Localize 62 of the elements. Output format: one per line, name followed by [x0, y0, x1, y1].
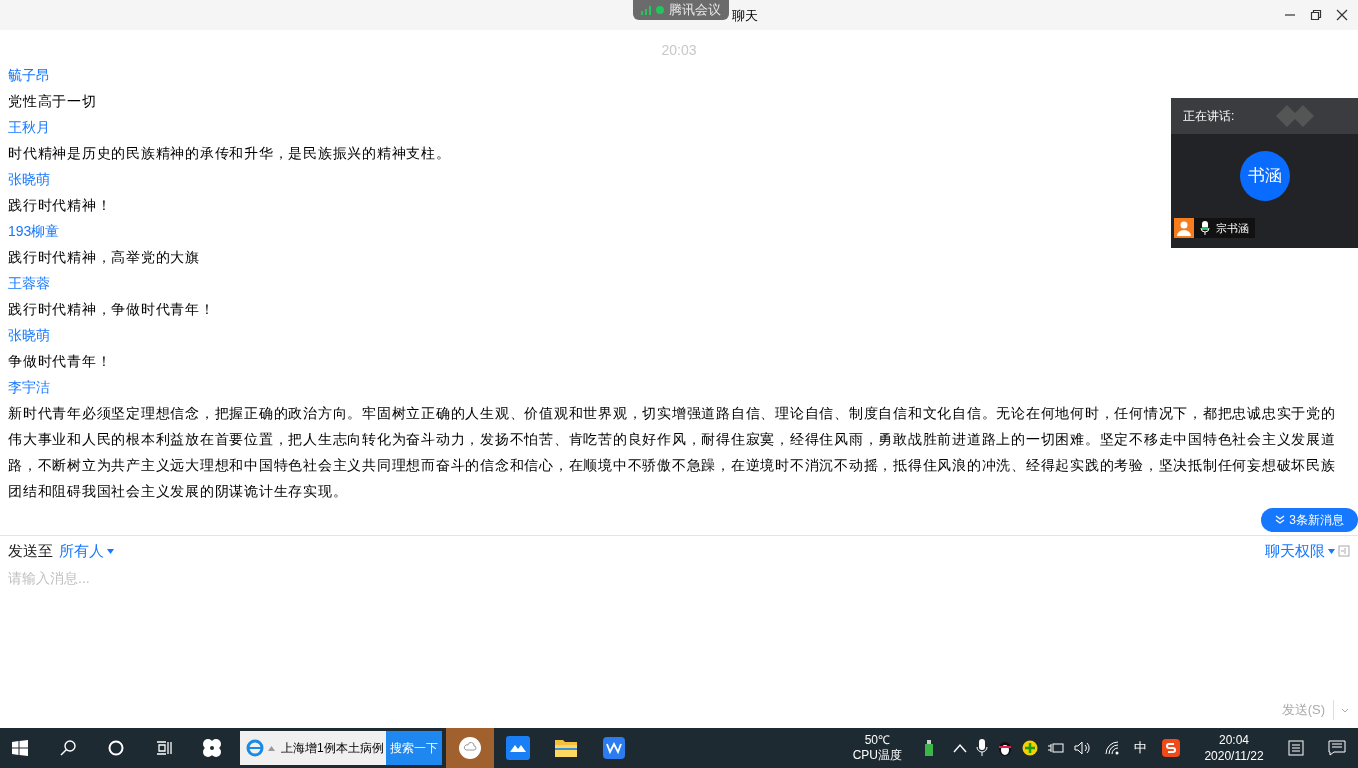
microphone-icon[interactable]	[976, 739, 988, 757]
clock-time[interactable]: 20:04	[1219, 732, 1249, 748]
message-text: 时代精神是历史的民族精神的承传和升华，是民族振兴的精神支柱。	[8, 144, 451, 163]
sender-name[interactable]: 张晓萌	[8, 322, 50, 348]
status-dot-icon	[656, 6, 664, 14]
new-messages-button[interactable]: 3条新消息	[1261, 508, 1358, 532]
meeting-app-icon[interactable]	[505, 736, 530, 760]
search-button[interactable]: 搜索一下	[385, 731, 442, 765]
double-chevron-icon	[1275, 515, 1286, 525]
search-icon[interactable]	[60, 740, 76, 756]
sender-name[interactable]: 李宇洁	[8, 374, 50, 400]
cloud-icon	[457, 736, 482, 760]
notification-icon[interactable]	[1328, 740, 1346, 756]
cpu-temperature: 50℃	[864, 733, 890, 748]
wps-icon[interactable]	[602, 737, 625, 759]
speaker-name: 宗书涵	[1216, 220, 1249, 236]
cpu-label: CPU温度	[852, 748, 902, 763]
meeting-label: 腾讯会议	[669, 1, 721, 20]
circle-icon[interactable]	[108, 740, 124, 756]
speaking-label: 正在讲话:	[1183, 108, 1235, 125]
usb-icon[interactable]	[924, 740, 934, 756]
send-button[interactable]: 发送(S)	[1281, 700, 1334, 720]
windows-icon[interactable]	[12, 740, 28, 756]
speaker-icon[interactable]	[1074, 741, 1090, 755]
signal-icon	[641, 5, 651, 15]
window-title: 聊天	[732, 7, 758, 25]
person-icon	[1174, 218, 1194, 238]
caret-icon	[1328, 548, 1335, 554]
message-text: 党性高于一切	[8, 92, 97, 111]
clock-date[interactable]: 2020/11/22	[1204, 748, 1264, 764]
sender-name[interactable]: 王蓉蓉	[8, 270, 50, 296]
recipient-dropdown[interactable]: 所有人	[59, 539, 114, 563]
message-text: 践行时代精神，争做时代青年！	[8, 300, 215, 319]
close-icon[interactable]	[1336, 9, 1348, 21]
penguin-icon[interactable]	[997, 739, 1013, 757]
message-text: 争做时代青年！	[8, 352, 112, 371]
chevron-up-icon[interactable]	[953, 743, 967, 753]
message-text: 践行时代精神，高举党的大旗	[8, 248, 200, 267]
battery-plug-icon[interactable]	[1047, 741, 1065, 755]
folder-icon[interactable]	[553, 737, 578, 759]
message-input[interactable]: 请输入消息...	[8, 566, 1350, 590]
sogou-icon[interactable]	[1162, 739, 1180, 757]
input-method-indicator[interactable]: 中	[1134, 738, 1147, 758]
wifi-icon[interactable]	[1105, 741, 1121, 755]
chat-permissions-dropdown[interactable]: 聊天权限	[1265, 539, 1335, 563]
search-text[interactable]: 上海增1例本土病例	[281, 739, 384, 757]
pinwheel-icon[interactable]	[201, 737, 223, 759]
sender-name[interactable]: 张晓萌	[8, 166, 50, 192]
message-text: 践行时代精神！	[8, 196, 112, 215]
sender-name[interactable]: 193柳童	[8, 218, 60, 244]
sender-name[interactable]: 王秋月	[8, 114, 50, 140]
cloud-app-button[interactable]	[445, 728, 494, 768]
microphone-icon	[1200, 221, 1210, 235]
task-view-icon[interactable]	[156, 740, 172, 756]
plus-circle-icon[interactable]	[1022, 740, 1038, 756]
restore-icon[interactable]	[1310, 9, 1322, 21]
send-to-label: 发送至	[8, 540, 53, 561]
sender-name[interactable]: 毓子昂	[8, 62, 50, 88]
notes-icon[interactable]	[1288, 740, 1304, 756]
message-text: 新时代青年必须坚定理想信念，把握正确的政治方向。牢固树立正确的人生观、价值观和世界观，切实增强道路自信、理论自信、制度自信和文化自信。无论在何地何时，任何情况下，都把忠诚忠实于党的伟大事业和人民的根本利益放在首要位置，把人生志向转化为奋斗动力，发扬不怕苦、肯吃苦的良好作风，耐得住寂寞，经得住风雨，勇敢战胜前进道路上的一切困难。坚定不移走中国特色社会主义发展道路，不断树立为共产主义远大理想和中国特色社会主义共同理想而奋斗的信念和信心，在顺境中不骄傲不急躁，在逆境时不消沉不动摇，抵得住风浪的冲洗、经得起实践的考验，坚决抵制任何妄想破坏民族团结和阻碍我国社会主义发展的阴谋诡计生存实现。	[8, 404, 1337, 501]
meeting-pill[interactable]: 腾讯会议	[633, 0, 729, 20]
caret-icon	[107, 548, 114, 554]
